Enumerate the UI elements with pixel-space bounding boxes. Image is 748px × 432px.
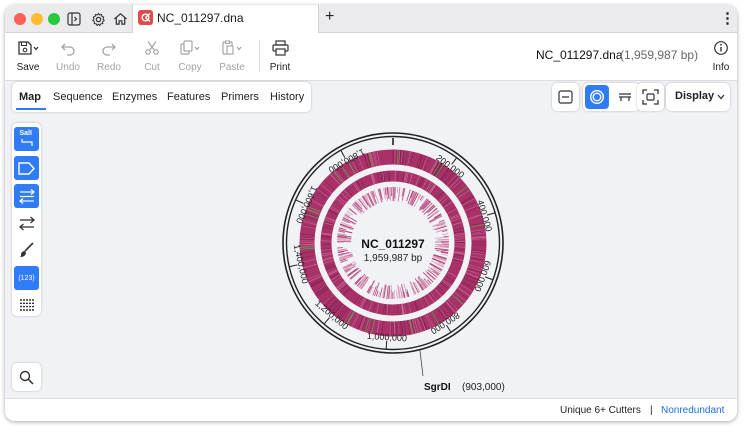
undo-button[interactable]: Undo: [48, 38, 88, 73]
gear-icon[interactable]: [89, 10, 107, 28]
cut-button[interactable]: Cut: [132, 38, 172, 73]
print-label: Print: [269, 62, 291, 73]
status-separator: |: [650, 405, 653, 416]
save-label: Save: [16, 62, 40, 73]
enzyme-site-name[interactable]: SgrDI: [424, 382, 451, 392]
document-tab-title: NC_011297.dna: [157, 11, 244, 25]
cut-label: Cut: [144, 62, 160, 73]
document-filename: NC_011297.dna: [536, 48, 623, 62]
app-window: NC_011297.dna + ⋮ Save Undo Redo Cut Cop…: [5, 5, 737, 421]
redo-icon: [89, 38, 129, 58]
close-window-button[interactable]: [14, 13, 26, 25]
document-tab[interactable]: NC_011297.dna: [132, 5, 319, 33]
undo-icon: [48, 38, 88, 58]
info-label: Info: [712, 62, 730, 73]
document-tab-icon: [138, 10, 153, 25]
home-icon[interactable]: [111, 10, 129, 28]
redo-button[interactable]: Redo: [89, 38, 129, 73]
paste-label: Paste: [219, 62, 245, 73]
info-button[interactable]: Info: [701, 38, 737, 73]
zoom-window-button[interactable]: [48, 13, 60, 25]
map-name: NC_011297: [361, 237, 425, 251]
paste-icon: [212, 38, 252, 58]
main-toolbar: Save Undo Redo Cut Copy Paste Print NC_0…: [5, 33, 737, 81]
tick-label: 1,000,000: [367, 331, 408, 344]
map-length: 1,959,987 bp: [364, 253, 423, 264]
title-bar: NC_011297.dna + ⋮: [5, 5, 737, 33]
status-bar: Unique 6+ Cutters | Nonredundant: [5, 398, 737, 421]
scissors-icon: [132, 38, 172, 58]
copy-button[interactable]: Copy: [170, 38, 210, 73]
printer-icon: [260, 38, 300, 58]
save-icon: [8, 38, 48, 58]
circular-map-canvas[interactable]: NC_011297 1,959,987 bp SgrDI (903,000) 2…: [5, 82, 737, 392]
paste-button[interactable]: Paste: [212, 38, 252, 73]
nonredundant-link[interactable]: Nonredundant: [661, 405, 724, 416]
sidebar-toggle-icon[interactable]: [65, 10, 83, 28]
redo-label: Redo: [97, 62, 121, 73]
cutters-filter-label[interactable]: Unique 6+ Cutters: [560, 405, 641, 416]
info-icon: [701, 38, 737, 58]
more-menu-button[interactable]: ⋮: [720, 9, 735, 27]
undo-label: Undo: [56, 62, 80, 73]
copy-label: Copy: [178, 62, 202, 73]
enzyme-site-pointer: [419, 349, 424, 377]
copy-icon: [170, 38, 210, 58]
save-button[interactable]: Save: [8, 38, 48, 73]
enzyme-site-position: (903,000): [462, 382, 505, 392]
new-tab-button[interactable]: +: [325, 8, 334, 26]
document-length: (1,959,987 bp): [620, 48, 699, 62]
print-button[interactable]: Print: [260, 38, 300, 73]
minimize-window-button[interactable]: [31, 13, 43, 25]
